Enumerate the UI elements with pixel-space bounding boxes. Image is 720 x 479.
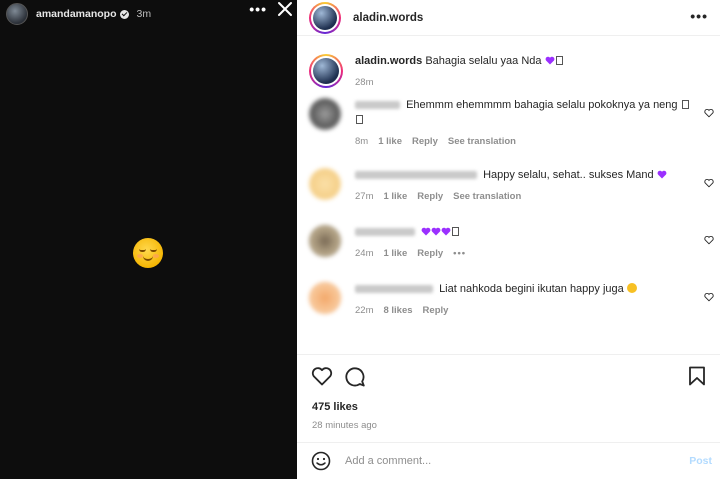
heart-outline-icon[interactable]: [704, 178, 714, 188]
story-avatar[interactable]: [6, 3, 28, 25]
reply-button[interactable]: Reply: [423, 303, 449, 318]
comment-icon[interactable]: [344, 366, 366, 387]
post-more-options-button[interactable]: •••: [690, 8, 708, 24]
post-actions: [311, 366, 712, 388]
commenter-avatar[interactable]: [309, 168, 341, 200]
comment-item: 24m 1 like Reply •••: [297, 225, 720, 282]
caption-username[interactable]: aladin.words: [355, 55, 422, 67]
comment-more-options-button[interactable]: •••: [453, 246, 466, 261]
story-header: amandamanopo 3m: [6, 3, 291, 25]
commenter-avatar[interactable]: [309, 282, 341, 314]
story-timestamp: 3m: [136, 8, 152, 20]
comment-likes-link[interactable]: 1 like: [383, 246, 407, 261]
story-more-options-button[interactable]: •••: [249, 1, 267, 17]
comment-likes-link[interactable]: 8 likes: [383, 303, 412, 318]
comment-item: Ehemmm ehemmmm bahagia selalu pokoknya y…: [297, 98, 720, 156]
comment-input[interactable]: [345, 455, 665, 467]
smiling-face-icon: [626, 283, 637, 293]
comment-likes-link[interactable]: 1 like: [378, 134, 402, 149]
comment-text: Ehemmm ehemmmm bahagia selalu pokoknya y…: [406, 99, 678, 111]
unsupported-glyph-icon: [555, 56, 563, 65]
caption-text: Bahagia selalu yaa Nda: [425, 55, 542, 67]
comment-text: Happy selalu, sehat.. sukses Mand: [483, 169, 654, 181]
heart-outline-icon[interactable]: [704, 292, 714, 302]
smiling-face-icon: [133, 238, 163, 268]
comment-timestamp: 8m: [355, 136, 369, 147]
post-panel: aladin.words ••• aladin.words Bahagia se…: [297, 0, 720, 479]
purple-heart-icon: [421, 227, 431, 236]
comment-likes-link[interactable]: 1 like: [383, 189, 407, 204]
comment-timestamp: 22m: [355, 305, 374, 316]
close-icon[interactable]: [276, 0, 294, 18]
heart-icon[interactable]: [311, 366, 333, 386]
commenter-avatar[interactable]: [309, 98, 341, 130]
post-comment-button[interactable]: Post: [689, 455, 712, 467]
save-bookmark-icon[interactable]: [688, 366, 706, 386]
emoji-picker-icon[interactable]: [311, 451, 331, 471]
post-author-username[interactable]: aladin.words: [353, 12, 423, 24]
comment-item: Liat nahkoda begini ikutan happy juga 22…: [297, 282, 720, 339]
post-header: aladin.words •••: [297, 0, 720, 36]
story-username[interactable]: amandamanopo: [36, 8, 117, 20]
post-timestamp: 28 minutes ago: [312, 420, 377, 431]
unsupported-glyph-icon: [356, 115, 363, 124]
purple-heart-icon: [545, 56, 554, 65]
divider: [297, 354, 720, 355]
reply-button[interactable]: Reply: [412, 134, 438, 149]
add-comment-bar: Post: [297, 443, 720, 479]
unsupported-glyph-icon: [681, 100, 689, 109]
commenter-username[interactable]: [355, 101, 400, 110]
verified-badge-icon: [119, 9, 129, 19]
commenter-username[interactable]: [355, 171, 477, 180]
commenter-avatar[interactable]: [309, 225, 341, 257]
see-translation-link[interactable]: See translation: [453, 189, 521, 204]
unsupported-glyph-icon: [452, 227, 460, 236]
commenter-username[interactable]: [355, 228, 415, 237]
heart-outline-icon[interactable]: [704, 235, 714, 245]
comment-timestamp: 24m: [355, 248, 374, 259]
commenter-username[interactable]: [355, 285, 433, 294]
purple-heart-icon: [657, 170, 667, 179]
see-translation-link[interactable]: See translation: [448, 134, 516, 149]
post-author-avatar[interactable]: [309, 1, 341, 34]
reply-button[interactable]: Reply: [417, 246, 443, 261]
comment-item: Happy selalu, sehat.. sukses Mand 27m 1 …: [297, 168, 720, 225]
comment-text: Liat nahkoda begini ikutan happy juga: [439, 283, 624, 295]
likes-count[interactable]: 475 likes: [312, 401, 358, 413]
post-caption: aladin.words Bahagia selalu yaa Nda 28m: [297, 44, 720, 98]
story-viewer: amandamanopo 3m •••: [0, 0, 297, 479]
heart-outline-icon[interactable]: [704, 108, 714, 118]
comment-timestamp: 27m: [355, 191, 374, 202]
comments-list[interactable]: aladin.words Bahagia selalu yaa Nda 28m …: [297, 44, 720, 352]
purple-heart-icon: [441, 227, 451, 236]
caption-author-avatar[interactable]: [309, 54, 343, 88]
reply-button[interactable]: Reply: [417, 189, 443, 204]
purple-heart-icon: [431, 227, 441, 236]
caption-timestamp: 28m: [355, 77, 374, 88]
